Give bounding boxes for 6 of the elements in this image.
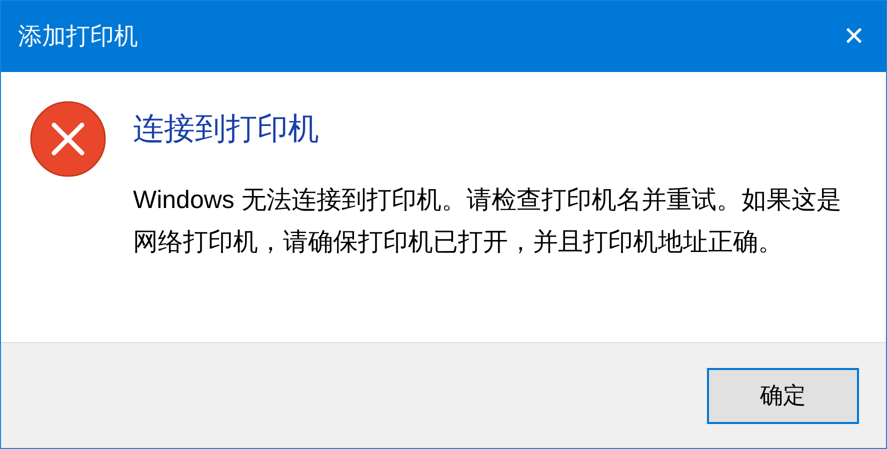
ok-button[interactable]: 确定 [707, 368, 859, 424]
error-message: Windows 无法连接到打印机。请检查打印机名并重试。如果这是网络打印机，请确保打印机已打开，并且打印机地址正确。 [133, 184, 842, 258]
window-title: 添加打印机 [18, 22, 138, 52]
close-button[interactable]: ✕ [822, 1, 886, 72]
dialog-heading: 连接到打印机 [133, 110, 320, 148]
error-icon [29, 100, 107, 178]
